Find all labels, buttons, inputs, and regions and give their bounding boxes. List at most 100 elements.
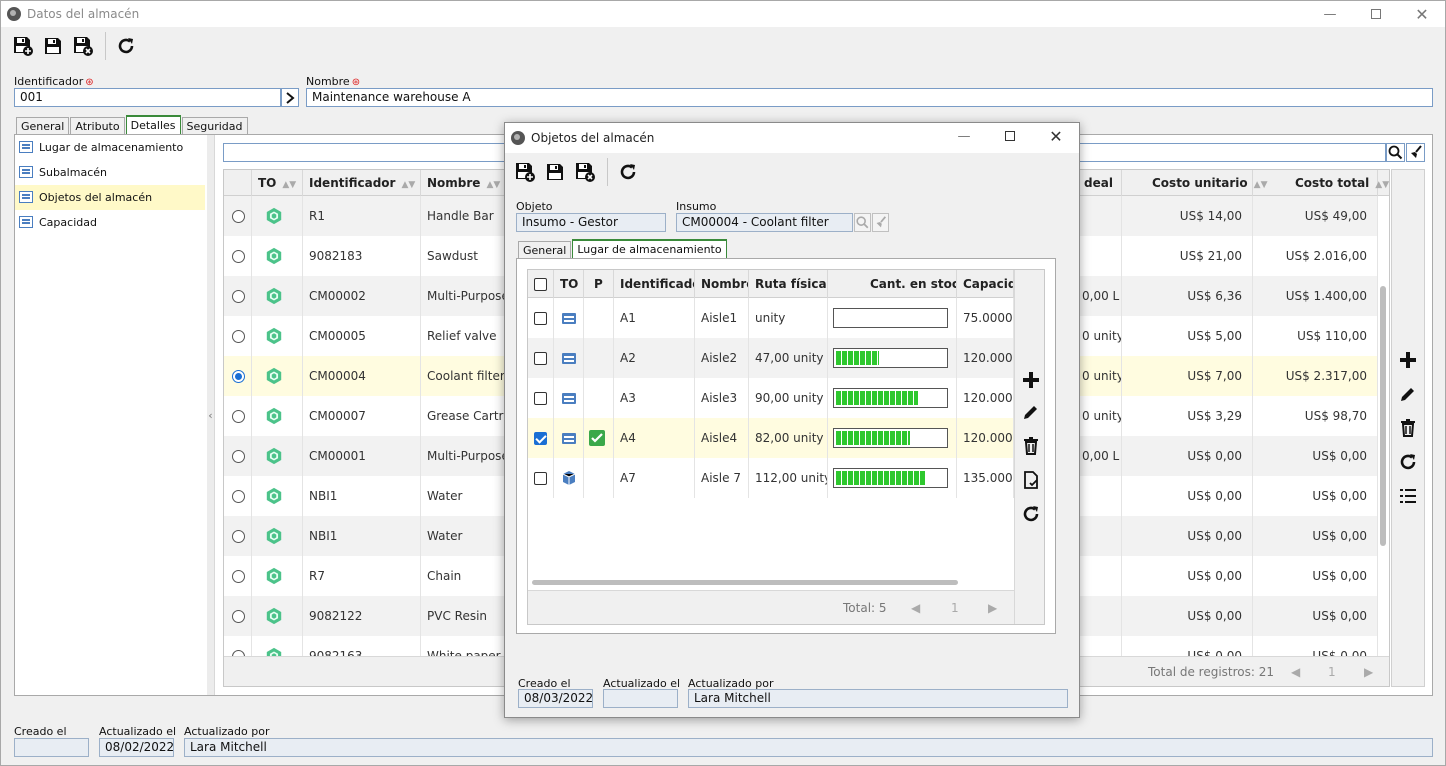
row-radio[interactable] <box>232 330 245 343</box>
item-type-icon <box>265 447 283 465</box>
clear-filter-button[interactable] <box>1406 143 1425 162</box>
collapse-nav-handle[interactable]: ‹ <box>207 135 215 695</box>
row-select-cell[interactable] <box>224 556 252 596</box>
nombre-input[interactable]: Maintenance warehouse A <box>306 88 1433 107</box>
search-button[interactable] <box>1386 143 1405 162</box>
row-select-cell[interactable] <box>224 236 252 276</box>
row-select-cell[interactable] <box>224 436 252 476</box>
row-select-cell[interactable] <box>528 378 554 418</box>
row-select-cell[interactable] <box>224 596 252 636</box>
modal-close-button[interactable]: ✕ <box>1033 123 1079 149</box>
row-select-cell[interactable] <box>224 516 252 556</box>
table-row[interactable]: A4Aisle482,00 unity 120.000000 <box>528 418 1014 458</box>
grid-header-costo-total[interactable]: Costo total ▲▼ <box>1253 170 1389 196</box>
row-select-cell[interactable] <box>224 276 252 316</box>
modal-refresh-button[interactable] <box>614 158 642 186</box>
storage-delete-button[interactable] <box>1015 432 1044 460</box>
refresh-button[interactable] <box>112 32 140 60</box>
window-title: Datos del almacén <box>27 7 140 21</box>
identificador-lookup-button[interactable] <box>281 88 299 107</box>
edit-button[interactable] <box>1392 380 1424 408</box>
row-radio[interactable] <box>232 570 245 583</box>
tab-atributo[interactable]: Atributo <box>70 117 125 134</box>
storage-refresh-button[interactable] <box>1015 500 1044 528</box>
nav-item-subalmacen[interactable]: Subalmacén <box>15 160 205 185</box>
grid-header-nombre[interactable]: Nombre ▲▼ <box>421 170 511 196</box>
prev-page-button[interactable]: ◀ <box>1291 665 1300 679</box>
modal-save-new-button[interactable] <box>511 158 539 186</box>
row-select-cell[interactable] <box>224 196 252 236</box>
modal-save-close-button[interactable] <box>571 158 599 186</box>
row-ideal: 0 unity <box>1082 316 1122 356</box>
table-row[interactable]: A1Aisle1unity 75.000000 <box>528 298 1014 338</box>
row-checkbox[interactable] <box>534 472 547 485</box>
select-all-checkbox[interactable] <box>534 278 547 291</box>
nav-item-capacidad[interactable]: Capacidad <box>15 210 205 235</box>
row-checkbox[interactable] <box>534 392 547 405</box>
storage-document-button[interactable] <box>1015 466 1044 494</box>
insumo-search-button[interactable] <box>854 213 871 232</box>
row-checkbox[interactable] <box>534 352 547 365</box>
row-radio[interactable] <box>232 250 245 263</box>
row-select-cell[interactable] <box>528 458 554 498</box>
modal-tab-general[interactable]: General <box>518 241 572 258</box>
row-radio[interactable] <box>232 610 245 623</box>
close-button[interactable]: ✕ <box>1399 1 1445 27</box>
tab-detalles[interactable]: Detalles <box>125 115 181 134</box>
storage-add-button[interactable] <box>1015 366 1044 394</box>
refresh-grid-button[interactable] <box>1392 448 1424 476</box>
row-radio[interactable] <box>232 410 245 423</box>
row-ruta: 112,00 unity <box>749 458 828 498</box>
list-view-button[interactable] <box>1392 482 1424 510</box>
modal-maximize-button[interactable] <box>987 123 1033 149</box>
table-row[interactable]: A3Aisle390,00 unity 120.000000 <box>528 378 1014 418</box>
row-radio[interactable] <box>232 530 245 543</box>
modal-save-button[interactable] <box>541 158 569 186</box>
nav-item-lugar[interactable]: Lugar de almacenamiento <box>15 135 205 160</box>
nav-item-objetos[interactable]: Objetos del almacén <box>15 185 205 210</box>
row-select-cell[interactable] <box>528 338 554 378</box>
header-select-all[interactable] <box>528 270 554 298</box>
insumo-clear-button[interactable] <box>872 213 889 232</box>
row-checkbox[interactable] <box>534 312 547 325</box>
tab-seguridad[interactable]: Seguridad <box>181 117 248 134</box>
table-row[interactable]: A2Aisle247,00 unity 120.000000 <box>528 338 1014 378</box>
storage-grid-hscroll[interactable] <box>532 580 958 585</box>
next-page-button[interactable]: ▶ <box>1364 665 1373 679</box>
add-button[interactable] <box>1392 346 1424 374</box>
stock-progress-fill <box>836 431 910 445</box>
delete-button[interactable] <box>1392 414 1424 442</box>
search-icon <box>856 216 869 229</box>
row-radio[interactable] <box>232 290 245 303</box>
grid-header-to[interactable]: TO ▲▼ <box>252 170 303 196</box>
row-select-cell[interactable] <box>224 636 252 656</box>
row-radio[interactable] <box>232 210 245 223</box>
grid-header-identificador[interactable]: Identificador ▲▼ <box>303 170 421 196</box>
identificador-input[interactable]: 001 <box>14 88 281 107</box>
minimize-button[interactable]: — <box>1307 1 1353 27</box>
save-new-button[interactable] <box>9 32 37 60</box>
tab-general[interactable]: General <box>16 117 70 134</box>
storage-prev-page[interactable]: ◀ <box>911 601 920 615</box>
table-row[interactable]: A7Aisle 7112,00 unity 135.000000 <box>528 458 1014 498</box>
row-select-cell[interactable] <box>528 298 554 338</box>
row-radio[interactable] <box>232 450 245 463</box>
row-radio[interactable] <box>232 370 245 383</box>
row-select-cell[interactable] <box>224 396 252 436</box>
row-select-cell[interactable] <box>224 316 252 356</box>
grid-header-ideal[interactable]: deal <box>1082 170 1122 196</box>
grid-header-costo-unitario[interactable]: Costo unitario ▲▼ <box>1122 170 1268 196</box>
row-select-cell[interactable] <box>528 418 554 458</box>
maximize-button[interactable] <box>1353 1 1399 27</box>
storage-edit-button[interactable] <box>1015 398 1044 426</box>
modal-minimize-button[interactable]: — <box>941 123 987 149</box>
storage-next-page[interactable]: ▶ <box>988 601 997 615</box>
row-select-cell[interactable] <box>224 476 252 516</box>
modal-tab-lugar[interactable]: Lugar de almacenamiento <box>572 239 727 258</box>
row-checkbox[interactable] <box>534 432 547 445</box>
grid-scrollbar[interactable] <box>1380 286 1386 546</box>
row-radio[interactable] <box>232 490 245 503</box>
save-button[interactable] <box>39 32 67 60</box>
row-select-cell[interactable] <box>224 356 252 396</box>
save-close-button[interactable] <box>69 32 97 60</box>
